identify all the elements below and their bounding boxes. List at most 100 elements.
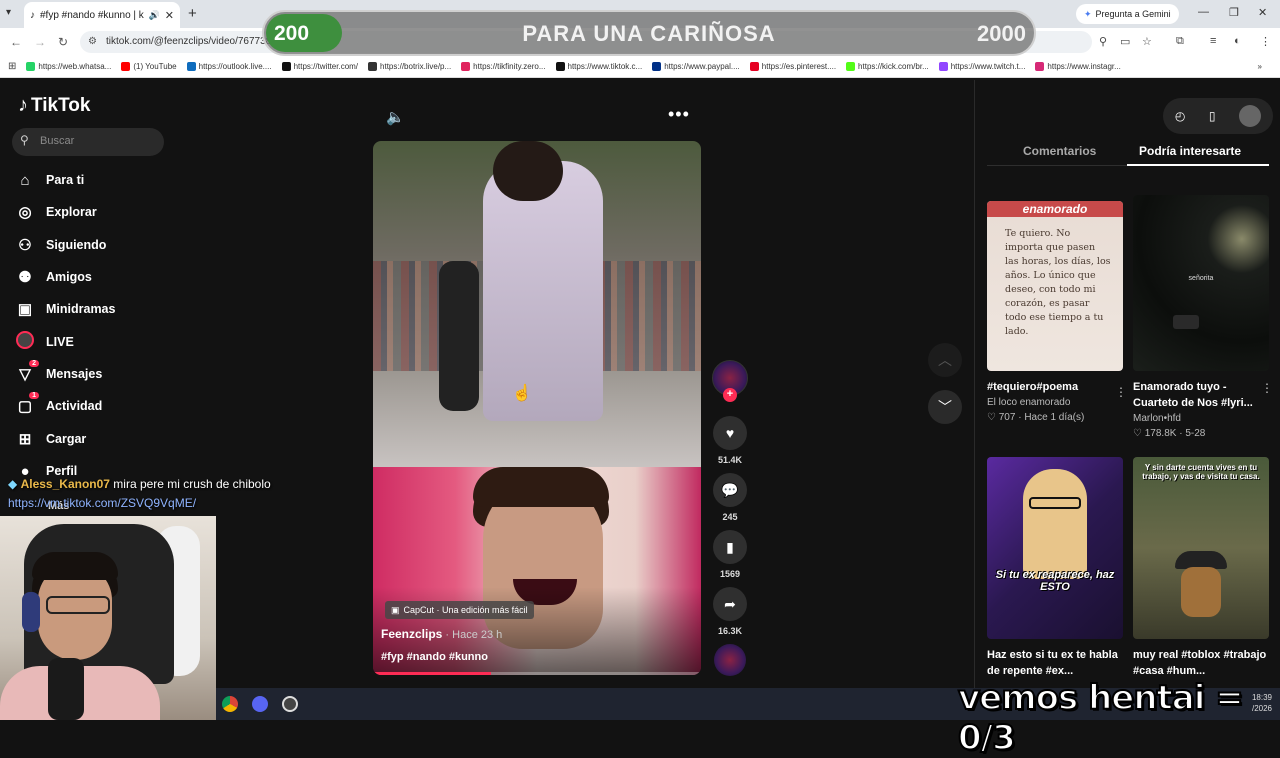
video-hashtags[interactable]: #fyp #nando #kunno: [381, 651, 488, 663]
sidebar-item-actividad[interactable]: ▢ 1 Actividad: [16, 392, 102, 418]
bookmark-item[interactable]: https://botrix.live/p...: [368, 62, 451, 71]
tab-audio-icon[interactable]: 🔊: [149, 10, 160, 21]
search-icon: ⚲: [20, 133, 29, 147]
more-options-icon[interactable]: •••: [668, 104, 690, 125]
sidebar-item-explorar[interactable]: ◎ Explorar: [16, 200, 96, 224]
recommended-card[interactable]: Y sin darte cuenta vives en tu trabajo, …: [1133, 457, 1269, 679]
compass-icon: ◎: [18, 204, 32, 221]
post-time: · Hace 23 h: [442, 629, 503, 641]
sidebar-item-live[interactable]: LIVE: [16, 330, 74, 354]
sidebar-item-cargar[interactable]: ⊞ Cargar: [16, 427, 87, 451]
recommended-card[interactable]: señorita Enamorado tuyo - Cuarteto de No…: [1133, 195, 1273, 439]
profile-avatar-icon[interactable]: ◐: [1234, 35, 1241, 47]
reading-list-icon[interactable]: ≡: [1210, 35, 1216, 47]
forward-icon[interactable]: →: [34, 35, 46, 49]
panel-tabs: Comentarios Podría interesarte: [987, 142, 1269, 166]
chat-badge-icon: ◆: [8, 477, 18, 491]
card-meta: ♡ 178.8K · 5-28: [1133, 428, 1206, 439]
bookmarks-overflow-icon[interactable]: »: [1258, 62, 1262, 71]
bookmark-item[interactable]: https://web.whatsa...: [26, 62, 111, 71]
follow-plus-icon[interactable]: +: [723, 388, 737, 402]
video-progress-bar[interactable]: [373, 672, 701, 675]
chrome-taskbar-icon[interactable]: [222, 696, 238, 712]
bookmark-item[interactable]: https://www.twitch.t...: [938, 62, 1026, 71]
search-input[interactable]: ⚲ Buscar: [12, 128, 164, 156]
bookmark-item[interactable]: https://www.paypal....: [652, 62, 740, 71]
user-avatar[interactable]: [1239, 105, 1262, 127]
like-count: 51.4K: [717, 455, 743, 465]
bookmark-item[interactable]: https://kick.com/br...: [846, 62, 929, 71]
sidebar-item-minidramas[interactable]: ▣ Minidramas: [16, 297, 116, 321]
tab-close-icon[interactable]: ✕: [165, 9, 174, 22]
stream-counter-overlay: vemos hentai = 0/3: [957, 677, 1245, 758]
gemini-button[interactable]: ✦ Pregunta a Gemini: [1076, 4, 1179, 24]
maximize-icon[interactable]: ❐: [1229, 6, 1239, 19]
recommended-card[interactable]: Si tu ex reaparece, haz ESTO Haz esto si…: [987, 457, 1123, 679]
music-disc-avatar[interactable]: [714, 644, 746, 676]
extensions-icon[interactable]: ⧉: [1176, 35, 1184, 48]
cast-icon[interactable]: ▭: [1120, 35, 1130, 48]
tab-recommended[interactable]: Podría interesarte: [1139, 144, 1241, 158]
bookmark-item[interactable]: https://es.pinterest....: [749, 62, 837, 71]
tiktok-logo[interactable]: ♪ TikTok: [18, 94, 90, 117]
bookmark-label: https://es.pinterest....: [761, 62, 837, 71]
bookmark-item[interactable]: https://www.instagr...: [1035, 62, 1121, 71]
discord-taskbar-icon[interactable]: [252, 696, 268, 712]
bookmark-icon[interactable]: ▮: [713, 530, 747, 564]
card-menu-icon[interactable]: ⋮: [1115, 385, 1127, 399]
bookmark-item[interactable]: https://www.tiktok.c...: [555, 62, 642, 71]
recommended-card[interactable]: enamorado Te quiero. No importa que pase…: [987, 201, 1127, 423]
zoom-icon[interactable]: ⚲: [1099, 35, 1107, 48]
browser-tab-active[interactable]: ♪ #fyp #nando #kunno | kunn 🔊 ✕: [24, 2, 180, 28]
sidebar-item-amigos[interactable]: ⚉ Amigos: [16, 265, 92, 289]
video-author[interactable]: Feenzclips · Hace 23 h: [381, 627, 502, 641]
capcut-badge[interactable]: ▣ CapCut · Una edición más fácil: [385, 601, 534, 619]
device-icon[interactable]: ▯: [1209, 109, 1216, 123]
bookmark-favicon-icon: [121, 62, 131, 71]
tab-comments[interactable]: Comentarios: [1023, 144, 1096, 158]
sidebar-item-label: LIVE: [46, 335, 74, 349]
card-author: Marlon•hfd: [1133, 413, 1181, 424]
site-info-icon[interactable]: ⚙: [88, 36, 97, 47]
active-tab-indicator: [1127, 164, 1269, 166]
bookmark-item[interactable]: https://outlook.live....: [186, 62, 272, 71]
video-player[interactable]: ▣ CapCut · Una edición más fácil Feenzcl…: [373, 141, 701, 675]
back-icon[interactable]: ←: [10, 35, 22, 49]
bookmark-star-icon[interactable]: ☆: [1142, 35, 1152, 48]
obs-taskbar-icon[interactable]: [282, 696, 298, 712]
bookmark-item[interactable]: https://twitter.com/: [281, 62, 358, 71]
card-author: El loco enamorado: [987, 397, 1071, 408]
previous-video-icon[interactable]: ︿: [928, 343, 962, 377]
like-icon[interactable]: ♥: [713, 416, 747, 450]
bookmark-favicon-icon: [1035, 62, 1045, 71]
share-icon[interactable]: ➦: [713, 587, 747, 621]
close-window-icon[interactable]: ✕: [1258, 6, 1267, 19]
comment-icon[interactable]: 💬: [713, 473, 747, 507]
bookmarks-bar: ⊞ https://web.whatsa... (1) YouTube https:…: [0, 56, 1280, 78]
sidebar-item-para-ti[interactable]: ⌂ Para ti: [16, 168, 84, 192]
minimize-icon[interactable]: —: [1198, 6, 1209, 18]
sidebar-item-label: Amigos: [46, 270, 92, 284]
bookmark-item[interactable]: https://tikfinity.zero...: [461, 62, 546, 71]
sidebar-item-mensajes[interactable]: ▽ 2 Mensajes: [16, 360, 102, 386]
stream-goal-banner: 200 PARA UNA CARIÑOSA 2000: [262, 10, 1036, 56]
coins-icon[interactable]: ◴: [1175, 109, 1185, 123]
apps-grid-icon[interactable]: ⊞: [8, 61, 16, 72]
bookmark-item[interactable]: (1) YouTube: [121, 62, 177, 71]
card-menu-icon[interactable]: ⋮: [1261, 381, 1273, 395]
volume-icon[interactable]: 🔈: [386, 108, 405, 126]
new-tab-button[interactable]: +: [188, 5, 197, 22]
chrome-menu-icon[interactable]: ⋮: [1260, 35, 1271, 48]
next-video-icon[interactable]: ﹀: [928, 390, 962, 424]
minidramas-icon: ▣: [17, 301, 33, 318]
sidebar-item-siguiendo[interactable]: ⚇ Siguiendo: [16, 233, 106, 257]
reload-icon[interactable]: ↻: [58, 35, 68, 49]
bookmark-favicon-icon: [938, 62, 948, 71]
goal-target: 2000: [977, 21, 1026, 46]
tab-search-icon[interactable]: ▾: [6, 7, 11, 18]
friends-icon: ⚉: [18, 269, 32, 286]
bookmark-label: https://www.twitch.t...: [950, 62, 1026, 71]
bookmark-label: (1) YouTube: [133, 62, 177, 71]
url-text: tiktok.com/@feenzclips/video/767738: [106, 36, 272, 47]
thumb-poem: Te quiero. No importa que pasen las hora…: [1005, 228, 1111, 337]
